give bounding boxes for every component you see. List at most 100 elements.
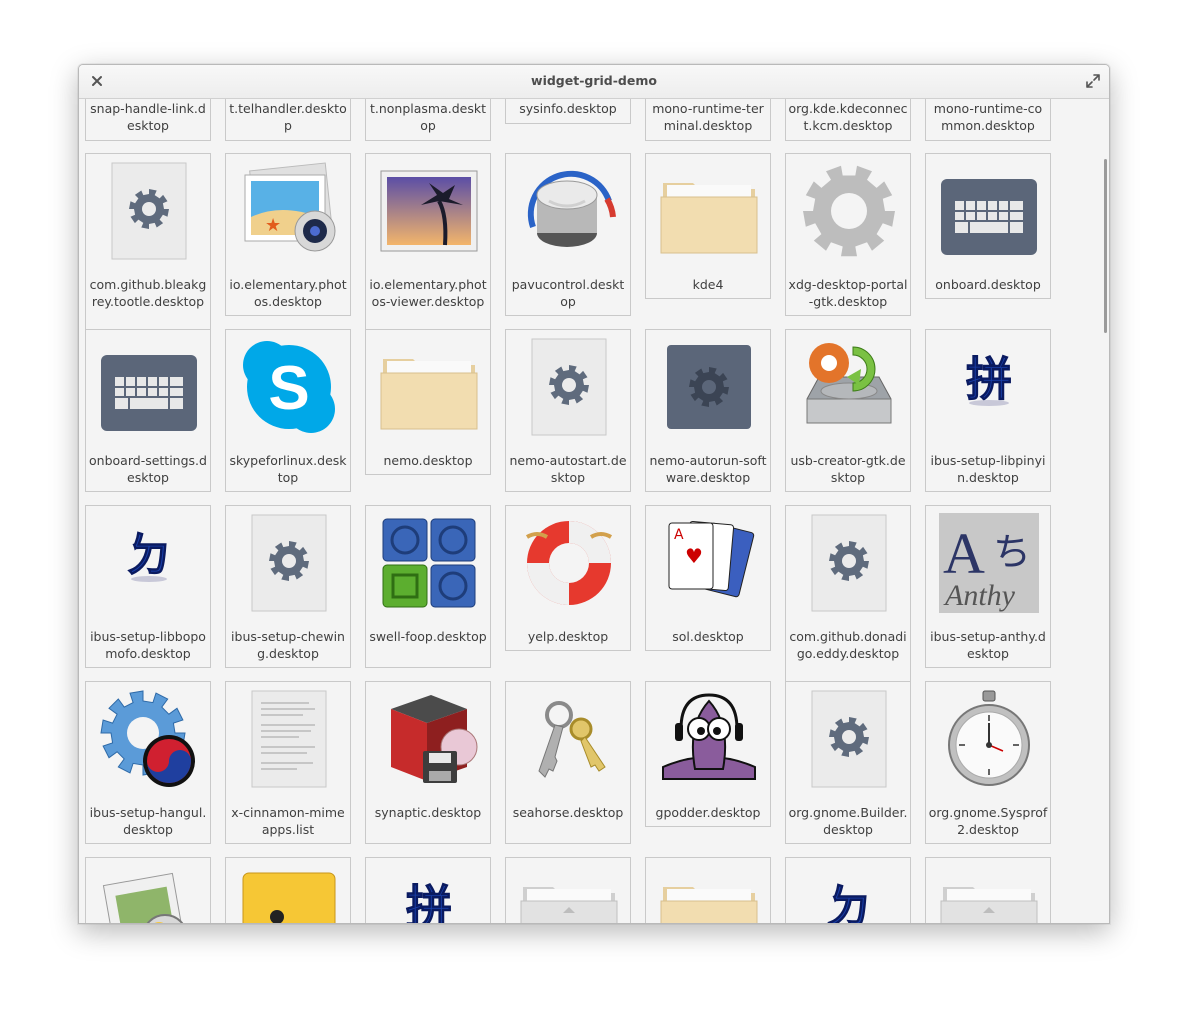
keyboard-icon [99,337,199,437]
grid-tile-yelp[interactable]: yelp.desktop [505,505,631,651]
svg-text:ㄉ: ㄉ [126,528,172,582]
tile-label: nemo.desktop [383,453,473,468]
grid-tile-synaptic[interactable]: synaptic.desktop [365,681,491,844]
settings-doc-icon [799,513,899,613]
grid-tile-usb-creator-gtk[interactable]: usb-creator-gtk.desktop [785,329,911,492]
grid-tile-ibus-setup-libbopomofo[interactable]: ㄉ ibus-setup-libbopomofo.desktop [85,505,211,668]
grid-tile-sysinfo[interactable]: sysinfo.desktop [505,99,631,124]
parental-icon [239,865,339,923]
grid-tile-swell-foop[interactable]: swell-foop.desktop [365,505,491,668]
grid-tile-com-github-bleakgrey-tootle[interactable]: com.github.bleakgrey.tootle.desktop [85,153,211,333]
tile-label: synaptic.desktop [374,805,482,820]
grid-tile-parental-icon[interactable] [225,857,351,923]
tile-label: mono-runtime-terminal.desktop [652,101,764,133]
grid-tile-nemo-autostart[interactable]: nemo-autostart.desktop [505,329,631,492]
window-title: widget-grid-demo [531,73,657,88]
svg-text:♥: ♥ [685,544,703,568]
grid-tile-onboard-settings[interactable]: onboard-settings.desktop [85,329,211,492]
tile-label: sol.desktop [672,629,744,644]
tile-label: org.gnome.Builder.desktop [788,805,908,837]
settings-doc-icon [239,513,339,613]
grid-tile-ibus-setup-anthy[interactable]: A ち Anthy ibus-setup-anthy.desktop [925,505,1051,668]
folder-icon [379,337,479,437]
grid-tile-io-elementary-photos[interactable]: ★ io.elementary.photos.desktop [225,153,351,316]
tile-label: mono-runtime-common.desktop [933,101,1043,133]
tile-label: onboard-settings.desktop [89,453,207,485]
grid-tile-nemo[interactable]: nemo.desktop [365,329,491,475]
grid-tile-org-kde-kdeconnect-telhandler[interactable]: org.kde.kdeconnect.telhandler.desktop [225,99,351,141]
settings-doc-icon [799,689,899,789]
tile-label: ibus-setup-anthy.desktop [930,629,1046,661]
grid-tile-org-gnome-sysprof2[interactable]: org.gnome.Sysprof2.desktop [925,681,1051,844]
volume-knob-icon [519,161,619,261]
tile-label: io.elementary.photos-viewer.desktop [369,277,487,309]
grid-tile-pavucontrol[interactable]: pavucontrol.desktop [505,153,631,316]
grid-tile-nemo-autorun-software[interactable]: nemo-autorun-software.desktop [645,329,771,492]
grid-tile-bopomofo-icon[interactable]: ㄉ [785,857,911,923]
grid-tile-sol[interactable]: A ♥ sol.desktop [645,505,771,651]
grid-tile-mono-runtime-terminal[interactable]: mono-runtime-terminal.desktop [645,99,771,141]
svg-text:★: ★ [265,215,281,236]
grid-tile-folder-grey-icon[interactable] [505,857,631,923]
tile-label: kde4 [692,277,724,292]
tile-label: io.elementary.photos.desktop [229,277,347,309]
settings-doc-icon [99,161,199,261]
grid-tile-seahorse[interactable]: seahorse.desktop [505,681,631,844]
folder-grey-icon [519,865,619,923]
scrollbar[interactable] [1104,159,1107,333]
photo-viewer-icon [379,161,479,261]
tile-label: pavucontrol.desktop [511,277,625,309]
grid-tile-org-kde-kdeconnect-nonplasma[interactable]: org.kde.kdeconnect.nonplasma.desktop [365,99,491,141]
grid-tile-image-viewer-icon[interactable] [85,857,211,923]
svg-text:拼: 拼 [406,880,452,923]
pinyin-icon: 拼 [379,865,479,924]
svg-text:拼: 拼 [966,352,1012,406]
tile-label: swell-foop.desktop [369,629,487,644]
tile-label: usb-creator-gtk.desktop [790,453,906,485]
tile-label: yelp.desktop [527,629,609,644]
tile-label: nemo-autostart.desktop [509,453,627,485]
grid-tile-io-elementary-photos-viewer[interactable]: io.elementary.photos-viewer.desktop [365,153,491,333]
grid-tile-kde4[interactable]: kde4 [645,153,771,299]
grid-tile-folder-grey-icon[interactable] [925,857,1051,923]
grid-tile-folder-icon[interactable] [645,857,771,923]
image-viewer-icon [99,865,199,923]
svg-text:Anthy: Anthy [943,579,1016,612]
tile-label: snap-handle-link.desktop [90,101,206,133]
tile-label: onboard.desktop [935,277,1041,292]
grid-tile-skypeforlinux[interactable]: Sskypeforlinux.desktop [225,329,351,492]
icon-grid[interactable]: snap-handle-link.desktop org.kde.kdeconne… [79,99,1109,923]
grid-tile-gpodder[interactable]: gpodder.desktop [645,681,771,827]
grid-tile-org-kde-kdeconnect-kcm[interactable]: org.kde.kdeconnect.kcm.desktop [785,99,911,141]
grid-tile-x-cinnamon-mimeapps[interactable]: x-cinnamon-mimeapps.list [225,681,351,844]
grid-tile-org-gnome-builder[interactable]: org.gnome.Builder.desktop [785,681,911,844]
hangul-gear-icon [99,689,199,789]
tile-label: xdg-desktop-portal-gtk.desktop [788,277,908,309]
maximize-button[interactable] [1085,73,1101,89]
text-doc-icon [239,689,339,789]
grid-tile-com-github-donadigo-eddy[interactable]: com.github.donadigo.eddy.desktop [785,505,911,685]
anthy-icon: A ち Anthy [939,513,1039,613]
svg-text:ち: ち [993,530,1031,574]
grid-tile-snap-handle-link[interactable]: snap-handle-link.desktop [85,99,211,141]
tile-label: seahorse.desktop [512,805,624,820]
grid-tile-ibus-setup-libpinyin[interactable]: 拼 ibus-setup-libpinyin.desktop [925,329,1051,492]
tile-label: ibus-setup-chewing.desktop [231,629,345,661]
tile-label: org.kde.kdeconnect.nonplasma.desktop [369,101,487,133]
grid-tile-ibus-setup-hangul[interactable]: ibus-setup-hangul.desktop [85,681,211,844]
tile-label: skypeforlinux.desktop [229,453,347,485]
grid-tile-xdg-desktop-portal-gtk[interactable]: xdg-desktop-portal-gtk.desktop [785,153,911,316]
svg-text:A: A [943,521,985,586]
svg-text:ㄉ: ㄉ [826,880,872,923]
grid-tile-mono-runtime-common[interactable]: mono-runtime-common.desktop [925,99,1051,141]
tile-label: nemo-autorun-software.desktop [649,453,767,485]
grid-tile-onboard[interactable]: onboard.desktop [925,153,1051,299]
grid-tile-pinyin-icon[interactable]: 拼 [365,857,491,923]
grid-tile-ibus-setup-chewing[interactable]: ibus-setup-chewing.desktop [225,505,351,668]
tile-label: org.kde.kdeconnect.telhandler.desktop [229,101,347,133]
cards-icon: A ♥ [659,513,759,613]
bopomofo-icon: ㄉ [99,513,199,613]
stopwatch-icon [939,689,1039,789]
folder-grey-icon [939,865,1039,923]
tile-label: sysinfo.desktop [519,101,617,116]
